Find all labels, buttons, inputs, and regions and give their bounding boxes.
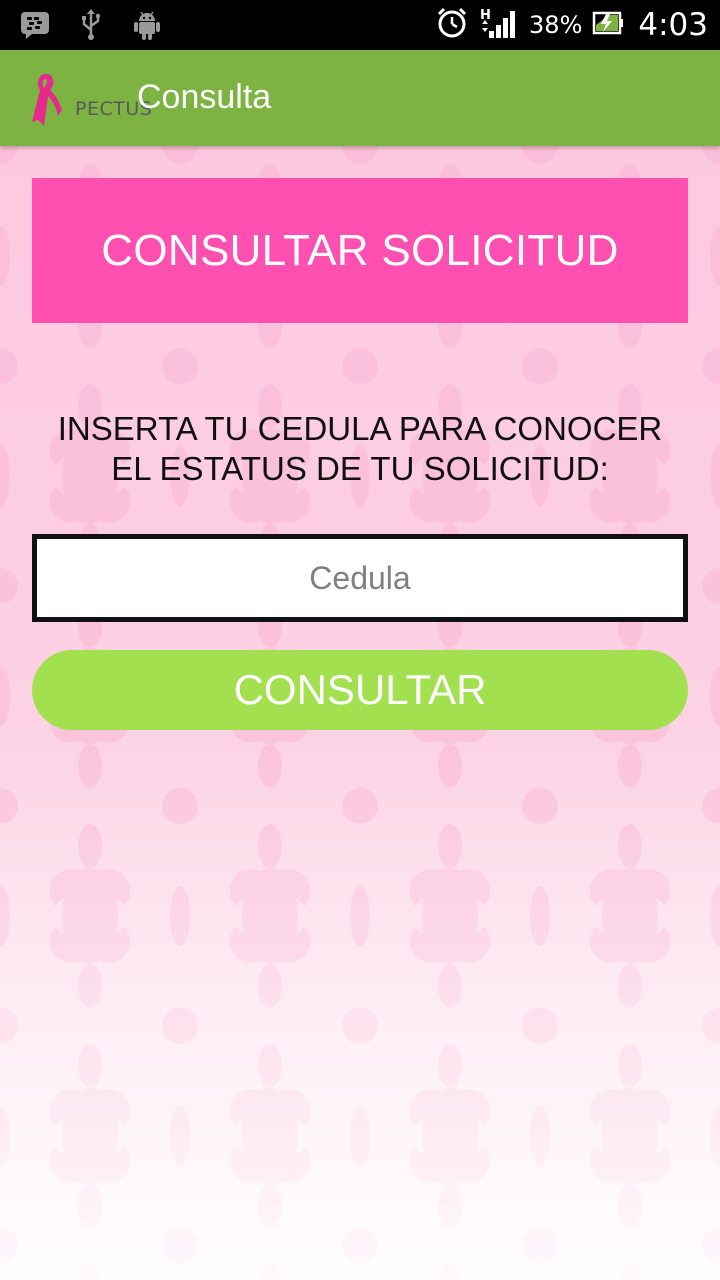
consultar-button-label: CONSULTAR: [233, 666, 487, 713]
action-bar: PECTUS Consulta: [0, 50, 720, 146]
instruction-line-2: EL ESTATUS DE TU SOLICITUD:: [111, 450, 609, 487]
bbm-icon: [18, 8, 52, 42]
cedula-input[interactable]: [32, 534, 688, 622]
pink-ribbon-icon: [32, 74, 62, 126]
screen-title: Consulta: [137, 78, 272, 116]
alarm-clock-icon: [435, 6, 469, 44]
usb-icon: [74, 8, 108, 42]
consultar-solicitud-banner: CONSULTAR SOLICITUD: [32, 178, 688, 323]
signal-icon: H: [479, 6, 519, 44]
content-area: CONSULTAR SOLICITUD INSERTA TU CEDULA PA…: [0, 146, 720, 1280]
status-bar: H 38% 4:03: [0, 0, 720, 50]
instruction-text: INSERTA TU CEDULA PARA CONOCER EL ESTATU…: [20, 409, 700, 489]
app-logo[interactable]: PECTUS: [26, 70, 152, 128]
banner-title: CONSULTAR SOLICITUD: [101, 225, 619, 275]
instruction-line-1: INSERTA TU CEDULA PARA CONOCER: [57, 410, 663, 447]
consultar-button[interactable]: CONSULTAR: [32, 650, 688, 730]
battery-charging-icon: [592, 10, 624, 40]
battery-percent: 38%: [529, 11, 583, 39]
clock: 4:03: [638, 7, 708, 43]
android-debug-icon: [130, 8, 164, 42]
